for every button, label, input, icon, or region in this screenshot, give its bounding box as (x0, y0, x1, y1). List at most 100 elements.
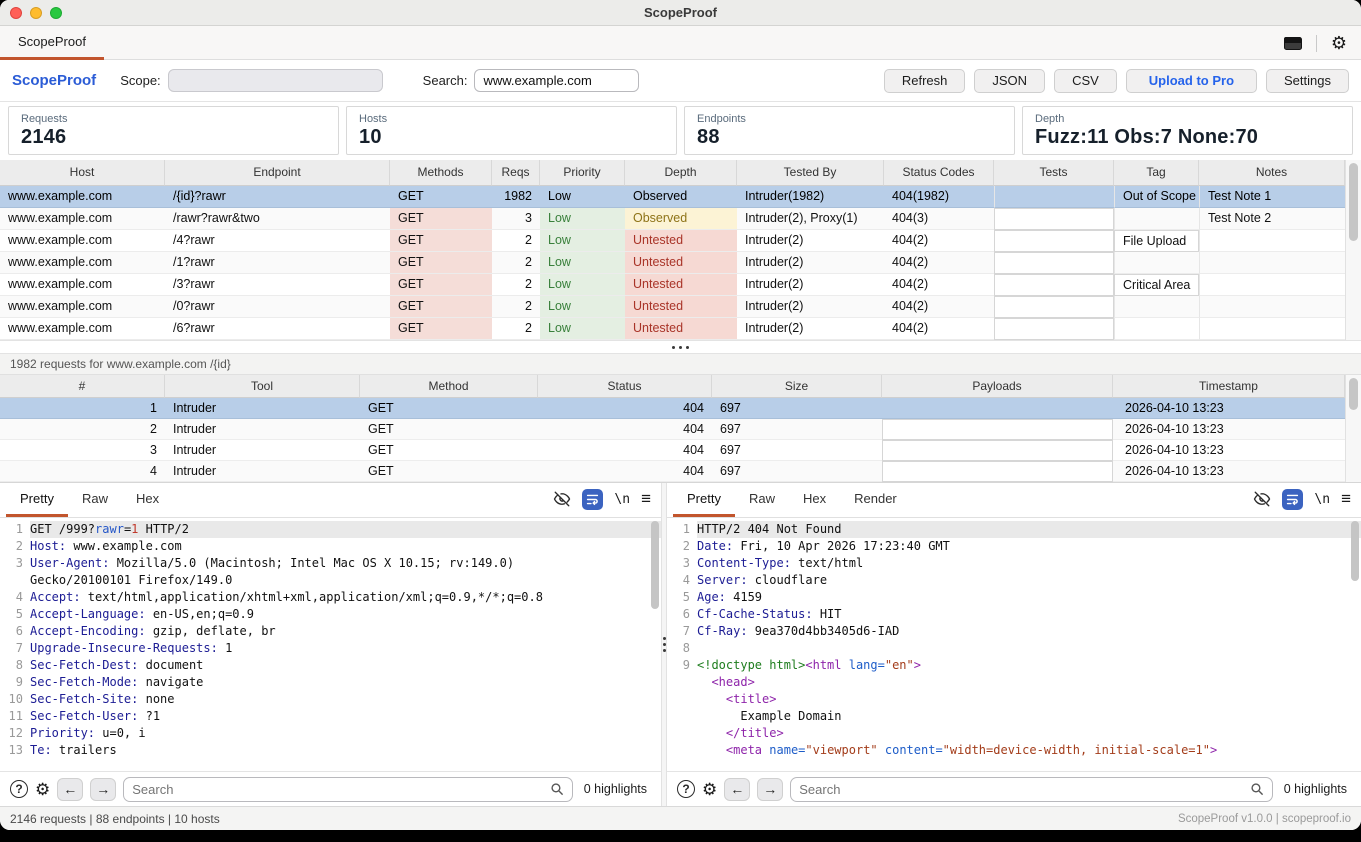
gear-icon[interactable]: ⚙ (1331, 34, 1347, 52)
tab-hex[interactable]: Hex (789, 483, 840, 517)
hide-icon[interactable] (553, 490, 571, 508)
upload-to-pro-button[interactable]: Upload to Pro (1126, 69, 1257, 93)
tab-hex[interactable]: Hex (122, 483, 173, 517)
column-header[interactable]: # (0, 375, 165, 398)
cell-tests (994, 252, 1114, 274)
line-number: 6 (667, 606, 697, 623)
hide-icon[interactable] (1253, 490, 1271, 508)
tab-scopeproof[interactable]: ScopeProof (0, 26, 104, 60)
tab-raw[interactable]: Raw (68, 483, 122, 517)
cell-tests (994, 318, 1114, 340)
cell-priority: Low (540, 252, 625, 274)
column-header[interactable]: Status Codes (884, 160, 994, 186)
json-export-button[interactable]: JSON (974, 69, 1045, 93)
cell-endpoint: /3?rawr (165, 274, 390, 296)
scope-input[interactable] (168, 69, 383, 92)
cell-priority: Low (540, 318, 625, 340)
scrollbar-thumb[interactable] (1349, 378, 1358, 410)
request-row[interactable]: 3IntruderGET4046972026-04-10 13:23 (0, 440, 1345, 461)
line-number: 10 (0, 691, 30, 708)
prev-match-button[interactable]: ← (724, 778, 750, 801)
editor-scrollbar-thumb[interactable] (1351, 521, 1359, 581)
scrollbar-thumb[interactable] (1349, 163, 1358, 241)
tab-raw[interactable]: Raw (735, 483, 789, 517)
column-header[interactable]: Host (0, 160, 165, 186)
code-segment: trailers (52, 743, 117, 757)
cell-status_codes: 404(2) (884, 252, 994, 274)
request-editor[interactable]: 1GET /999?rawr=1 HTTP/22Host: www.exampl… (0, 518, 661, 771)
word-wrap-icon[interactable] (582, 489, 603, 510)
column-header[interactable]: Method (360, 375, 538, 398)
editor-line: 8Sec-Fetch-Dest: document (0, 657, 661, 674)
request-row[interactable]: 4IntruderGET4046972026-04-10 13:23 (0, 461, 1345, 482)
cell-host: www.example.com (0, 186, 165, 208)
stats-row: Requests2146Hosts10Endpoints88DepthFuzz:… (0, 102, 1361, 160)
cell-tests (994, 208, 1114, 230)
editor-line: 3Content-Type: text/html (667, 555, 1361, 572)
window-title: ScopeProof (0, 0, 1361, 26)
line-text: Cf-Ray: 9ea370d4bb3405d6-IAD (697, 623, 1361, 640)
cell-methods: GET (390, 252, 492, 274)
newline-icon[interactable]: \n (614, 492, 630, 507)
response-editor[interactable]: 1HTTP/2 404 Not Found2Date: Fri, 10 Apr … (667, 518, 1361, 771)
column-header[interactable]: Tag (1114, 160, 1199, 186)
column-header[interactable]: Status (538, 375, 712, 398)
tab-pretty[interactable]: Pretty (6, 483, 68, 517)
endpoint-row[interactable]: www.example.com/1?rawrGET2LowUntestedInt… (0, 252, 1345, 274)
help-icon[interactable]: ? (10, 780, 28, 798)
endpoint-row[interactable]: www.example.com/0?rawrGET2LowUntestedInt… (0, 296, 1345, 318)
endpoint-row[interactable]: www.example.com/4?rawrGET2LowUntestedInt… (0, 230, 1345, 252)
menu-icon[interactable]: ≡ (1341, 489, 1351, 509)
column-header[interactable]: Payloads (882, 375, 1113, 398)
editor-scrollbar-thumb[interactable] (651, 521, 659, 609)
next-match-button[interactable]: → (757, 778, 783, 801)
line-text: Accept: text/html,application/xhtml+xml,… (30, 589, 661, 606)
cell-status_codes: 404(1982) (884, 186, 994, 208)
column-header[interactable]: Tool (165, 375, 360, 398)
column-header[interactable]: Notes (1199, 160, 1345, 186)
endpoint-row[interactable]: www.example.com/{id}?rawrGET1982LowObser… (0, 186, 1345, 208)
column-header[interactable]: Tests (994, 160, 1114, 186)
column-header[interactable]: Depth (625, 160, 737, 186)
column-header[interactable]: Tested By (737, 160, 884, 186)
line-number: 1 (667, 521, 697, 538)
endpoint-row[interactable]: www.example.com/6?rawrGET2LowUntestedInt… (0, 318, 1345, 340)
word-wrap-icon[interactable] (1282, 489, 1303, 510)
code-segment (878, 743, 885, 757)
requests-scrollbar[interactable] (1345, 375, 1361, 482)
tab-render[interactable]: Render (840, 483, 911, 517)
gear-icon[interactable]: ⚙ (35, 781, 50, 798)
help-icon[interactable]: ? (677, 780, 695, 798)
column-header[interactable]: Endpoint (165, 160, 390, 186)
editor-search-input[interactable] (799, 782, 1244, 797)
cell-status_codes: 404(3) (884, 208, 994, 230)
search-input[interactable] (474, 69, 639, 92)
horizontal-split-handle[interactable] (0, 340, 1361, 354)
cell-reqs: 2 (492, 296, 540, 318)
refresh-button[interactable]: Refresh (884, 69, 966, 93)
column-header[interactable]: Priority (540, 160, 625, 186)
request-row[interactable]: 1IntruderGET4046972026-04-10 13:23 (0, 398, 1345, 419)
request-row[interactable]: 2IntruderGET4046972026-04-10 13:23 (0, 419, 1345, 440)
endpoint-row[interactable]: www.example.com/rawr?rawr&twoGET3LowObse… (0, 208, 1345, 230)
settings-button[interactable]: Settings (1266, 69, 1349, 93)
editor-line: 1HTTP/2 404 Not Found (667, 521, 1361, 538)
endpoints-scrollbar[interactable] (1345, 160, 1361, 340)
stat-card-endpoints: Endpoints88 (684, 106, 1015, 155)
column-header[interactable]: Methods (390, 160, 492, 186)
csv-export-button[interactable]: CSV (1054, 69, 1117, 93)
newline-icon[interactable]: \n (1314, 492, 1330, 507)
menu-icon[interactable]: ≡ (641, 489, 651, 509)
code-segment: Cf-Ray: (697, 624, 748, 638)
gear-icon[interactable]: ⚙ (702, 781, 717, 798)
editor-search-input[interactable] (132, 782, 544, 797)
column-header[interactable]: Timestamp (1113, 375, 1345, 398)
cell-methods: GET (390, 230, 492, 252)
prev-match-button[interactable]: ← (57, 778, 83, 801)
tab-pretty[interactable]: Pretty (673, 483, 735, 517)
next-match-button[interactable]: → (90, 778, 116, 801)
layout-panel-icon[interactable] (1284, 37, 1302, 50)
endpoint-row[interactable]: www.example.com/3?rawrGET2LowUntestedInt… (0, 274, 1345, 296)
column-header[interactable]: Size (712, 375, 882, 398)
column-header[interactable]: Reqs (492, 160, 540, 186)
